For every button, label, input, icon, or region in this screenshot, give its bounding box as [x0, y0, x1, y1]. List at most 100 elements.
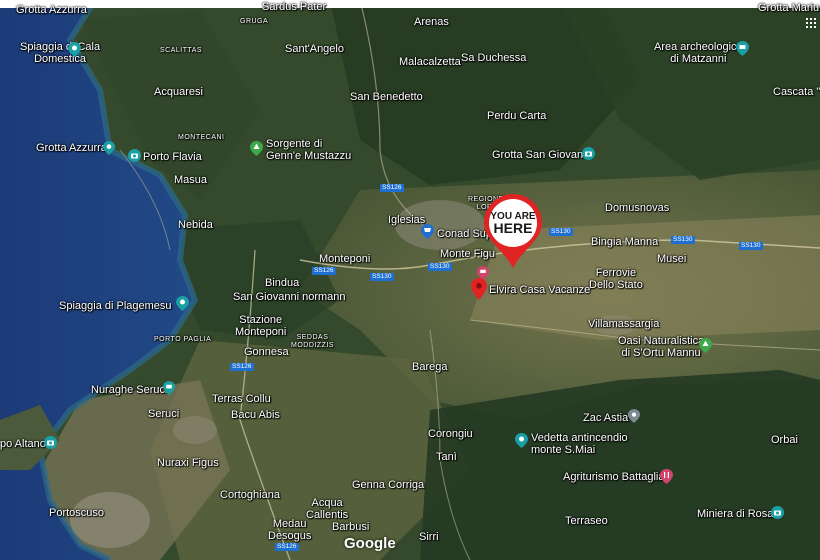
landmark-icon[interactable]: [163, 381, 175, 395]
place-label[interactable]: Bacu Abis: [231, 409, 280, 421]
place-label[interactable]: Arenas: [414, 16, 449, 28]
place-label[interactable]: Nuraghe Seruci: [91, 384, 167, 396]
place-pin-icon[interactable]: [628, 409, 640, 423]
place-label[interactable]: Terras Collu: [212, 393, 271, 405]
landmark-icon[interactable]: [103, 141, 115, 155]
park-icon[interactable]: [250, 141, 263, 156]
road-shield-ss130: SS130: [428, 263, 452, 271]
place-label-line: di S'Ortu Mannu: [621, 347, 701, 359]
place-label[interactable]: Cortoghiana: [220, 489, 280, 501]
place-label[interactable]: po Altano: [0, 438, 46, 450]
place-label[interactable]: Elvira Casa Vacanze: [489, 284, 590, 296]
place-label[interactable]: Stazione Monteponi: [235, 314, 286, 338]
satellite-terrain: [0, 0, 820, 560]
place-label-line: Stazione: [239, 314, 283, 326]
place-label[interactable]: Genna Corriga: [352, 479, 424, 491]
place-label[interactable]: Bingia Manna: [591, 236, 658, 248]
camera-icon[interactable]: [771, 506, 784, 519]
place-label[interactable]: Iglesias: [388, 214, 425, 226]
place-label[interactable]: Sirri: [419, 531, 439, 543]
place-label[interactable]: Spiaggia di Cala Domestica: [20, 41, 100, 65]
park-icon[interactable]: [699, 338, 712, 353]
place-label[interactable]: Villamassargia: [588, 318, 659, 330]
place-label-line: Acqua: [311, 497, 343, 509]
road-shield-ss130: SS130: [739, 242, 763, 250]
place-label[interactable]: Grotta Azzurra: [36, 142, 107, 154]
place-label-line: Spiaggia di Cala: [20, 41, 101, 53]
place-label[interactable]: Orbai: [771, 434, 798, 446]
place-label[interactable]: Sardus Pater: [262, 1, 326, 13]
place-label[interactable]: Grotta Mariu: [758, 2, 819, 14]
place-label[interactable]: Sorgente di Genn'e Mustazzu: [266, 138, 351, 162]
shopping-cart-icon[interactable]: [421, 224, 434, 239]
place-label[interactable]: Nebida: [178, 219, 213, 231]
area-label-line: MODDIZZIS: [291, 342, 334, 349]
place-label[interactable]: Terraseo: [565, 515, 608, 527]
place-label[interactable]: Malacalzetta: [399, 56, 461, 68]
beach-icon[interactable]: [176, 296, 189, 311]
place-label[interactable]: Vedetta antincendio monte S.Miai: [531, 432, 628, 456]
place-label[interactable]: Masua: [174, 174, 207, 186]
place-label[interactable]: Domusnovas: [605, 202, 669, 214]
place-label[interactable]: Musei: [657, 253, 686, 265]
area-label: MONTECANI: [178, 134, 225, 141]
area-label-line: SEDDAS: [296, 334, 329, 341]
road-shield-ss130: SS130: [671, 236, 695, 244]
place-label[interactable]: Sa Duchessa: [461, 52, 526, 64]
camera-icon[interactable]: [44, 436, 57, 449]
place-label[interactable]: Zac Astia: [583, 412, 628, 424]
place-label[interactable]: Seruci: [148, 408, 179, 420]
place-label[interactable]: San Benedetto: [350, 91, 423, 103]
place-label[interactable]: Acquaresi: [154, 86, 203, 98]
apps-grid-icon[interactable]: [806, 18, 816, 28]
place-label-line: Area archeologica: [654, 41, 743, 53]
place-label[interactable]: Miniera di Rosas: [697, 508, 779, 520]
place-label[interactable]: Grotta San Giovanni: [492, 149, 592, 161]
road-shield-ss126: SS126: [380, 184, 404, 192]
place-label[interactable]: Oasi Naturalistica di S'Ortu Mannu: [618, 335, 704, 359]
place-label[interactable]: Monteponi: [319, 253, 370, 265]
place-label-line: Genn'e Mustazzu: [266, 150, 352, 162]
place-label[interactable]: Grotta Azzurra: [16, 4, 87, 16]
camera-icon[interactable]: [128, 149, 141, 162]
place-label[interactable]: Sant'Angelo: [285, 43, 344, 55]
place-label[interactable]: Tanì: [436, 451, 457, 463]
place-label-line: Medau: [272, 518, 307, 530]
place-label[interactable]: Perdu Carta: [487, 110, 546, 122]
camera-icon[interactable]: [582, 147, 595, 160]
place-label[interactable]: Gonnesa: [244, 346, 289, 358]
place-label[interactable]: Area archeologica di Matzanni: [654, 41, 743, 65]
place-label[interactable]: Spiaggia di Plagemesu: [59, 300, 172, 312]
road-shield-ss130: SS130: [370, 273, 394, 281]
place-label[interactable]: Corongiu: [428, 428, 473, 440]
beach-icon[interactable]: [68, 42, 81, 57]
restaurant-icon[interactable]: [660, 469, 673, 484]
place-label[interactable]: Cascata "S: [773, 86, 820, 98]
place-label-line: Sorgente di: [266, 138, 323, 150]
place-label-line: Ferrovie: [595, 267, 637, 279]
landmark-icon[interactable]: [515, 433, 528, 448]
you-are-here-line2: HERE: [494, 220, 533, 236]
location-pin-icon[interactable]: [471, 278, 487, 300]
place-label[interactable]: Nuraxi Figus: [157, 457, 219, 469]
place-label[interactable]: Barega: [412, 361, 447, 373]
road-shield-ss126: SS126: [230, 363, 254, 371]
place-label[interactable]: Bindua: [265, 277, 299, 289]
museum-icon[interactable]: [736, 41, 749, 56]
place-label[interactable]: Porto Flavia: [143, 151, 202, 163]
place-label-line: Vedetta antincendio: [531, 432, 628, 444]
place-label-line: Oasi Naturalistica: [618, 335, 705, 347]
place-label[interactable]: Acqua Callentis: [306, 497, 348, 521]
place-label[interactable]: Medau Desogus: [268, 518, 311, 542]
place-label[interactable]: San Giovanni normann: [233, 291, 346, 303]
road-shield-ss130: SS130: [549, 228, 573, 236]
area-label: PORTO PAGLIA: [154, 336, 212, 343]
map-view[interactable]: Grotta Azzurra GRUGA Sardus Pater Arenas…: [0, 0, 820, 560]
place-label-line: Dello Stato: [589, 279, 643, 291]
place-label[interactable]: Ferrovie Dello Stato: [589, 267, 643, 291]
you-are-here-marker[interactable]: YOU ARE HERE: [482, 192, 544, 270]
place-label[interactable]: Portoscuso: [49, 507, 104, 519]
place-label-line: Domestica: [34, 53, 87, 65]
place-label[interactable]: Agriturismo Battaglia: [563, 471, 665, 483]
place-label[interactable]: Barbusi: [332, 521, 369, 533]
